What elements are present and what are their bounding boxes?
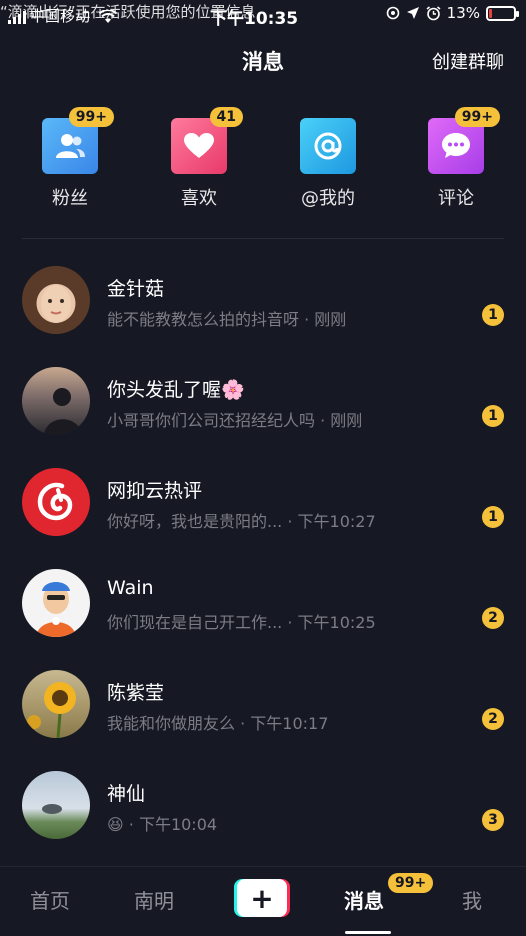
unread-count: 2 [482,708,504,730]
tab-me[interactable]: 我 [462,885,482,914]
messages-badge: 99+ [388,873,434,893]
netease-logo-avatar [22,468,90,536]
contact-name: 神仙 [107,783,146,805]
comments-entry[interactable]: 99+ 评论 [411,107,501,210]
comments-label: 评论 [438,188,474,209]
quick-entries: 99+ 粉丝 41 喜欢 @我的 99+ 评论 [0,107,526,222]
sky-avatar [22,771,90,839]
add-video-button[interactable]: + [234,879,290,917]
unread-count: 1 [482,405,504,427]
girl-avatar [22,266,90,334]
battery-percent: 13% [446,4,480,22]
likes-entry[interactable]: 41 喜欢 [154,107,244,210]
fans-icon: 99+ [42,107,114,174]
laughing-emoji: 😆 [107,815,124,834]
comment-icon: 99+ [428,107,500,174]
mentions-entry[interactable]: @我的 [283,112,373,210]
contact-name: Wain [107,577,154,599]
message-row[interactable]: 陈紫莹 我能和你做朋友么 · 下午10:17 2 [0,652,526,752]
divider [22,238,504,239]
flower-emoji: 🌸 [221,379,245,401]
message-preview: 你们现在是自己开工作... · 下午10:25 [107,613,376,632]
active-tab-indicator [345,931,391,934]
message-row[interactable]: 网抑云热评 你好呀，我也是贵阳的... · 下午10:27 1 [0,450,526,550]
contact-name: 你头发乱了喔🌸 [107,379,245,401]
tab-city[interactable]: 南明 [134,885,174,914]
status-bar: 中国移动 “滴滴出行”正在活跃使用您的位置信息 下午10:35 13% [0,0,526,30]
message-preview: 能不能教教怎么拍的抖音呀 · 刚刚 [107,310,347,329]
cartoon-avatar [22,569,90,637]
message-row[interactable]: 金针菇 能不能教教怎么拍的抖音呀 · 刚刚 1 [0,248,526,348]
message-row[interactable]: 你头发乱了喔🌸 小哥哥你们公司还招经纪人吗 · 刚刚 1 [0,349,526,449]
contact-name: 金针菇 [107,278,165,300]
likes-label: 喜欢 [181,188,217,209]
comments-badge: 99+ [454,107,500,127]
unread-count: 3 [482,809,504,831]
likes-badge: 41 [209,107,243,127]
alarm-icon [426,5,441,20]
unread-count: 1 [482,506,504,528]
create-group-button[interactable]: 创建群聊 [432,48,504,74]
location-icon [406,7,419,19]
tab-bar: 首页 南明 + 消息 99+ 我 [0,866,526,936]
message-preview: 小哥哥你们公司还招经纪人吗 · 刚刚 [107,411,363,430]
fans-badge: 99+ [68,107,114,127]
fans-label: 粉丝 [52,188,88,209]
sunflower-avatar [22,670,90,738]
screen-lock-icon [386,6,399,20]
unread-count: 1 [482,304,504,326]
plus-icon: + [237,879,287,917]
tab-messages[interactable]: 消息 [344,885,384,914]
message-preview: 😆 · 下午10:04 [107,815,218,834]
unread-count: 2 [482,607,504,629]
header: 消息 创建群聊 [0,40,526,80]
heart-icon: 41 [171,107,243,174]
contact-name: 陈紫莹 [107,682,165,704]
at-icon [300,118,356,174]
tab-home[interactable]: 首页 [30,885,70,914]
status-time: 下午10:35 [210,9,299,29]
message-row[interactable]: 神仙 😆 · 下午10:04 3 [0,753,526,853]
battery-level [489,8,492,18]
contact-name: 网抑云热评 [107,480,203,502]
status-indicators: 13% [386,4,519,22]
battery-icon [486,5,519,21]
message-row[interactable]: Wain 你们现在是自己开工作... · 下午10:25 2 [0,551,526,651]
message-preview: 我能和你做朋友么 · 下午10:17 [107,714,329,733]
silhouette-avatar [22,367,90,435]
message-preview: 你好呀，我也是贵阳的... · 下午10:27 [107,512,376,531]
fans-entry[interactable]: 99+ 粉丝 [25,107,115,210]
mentions-label: @我的 [301,188,355,209]
